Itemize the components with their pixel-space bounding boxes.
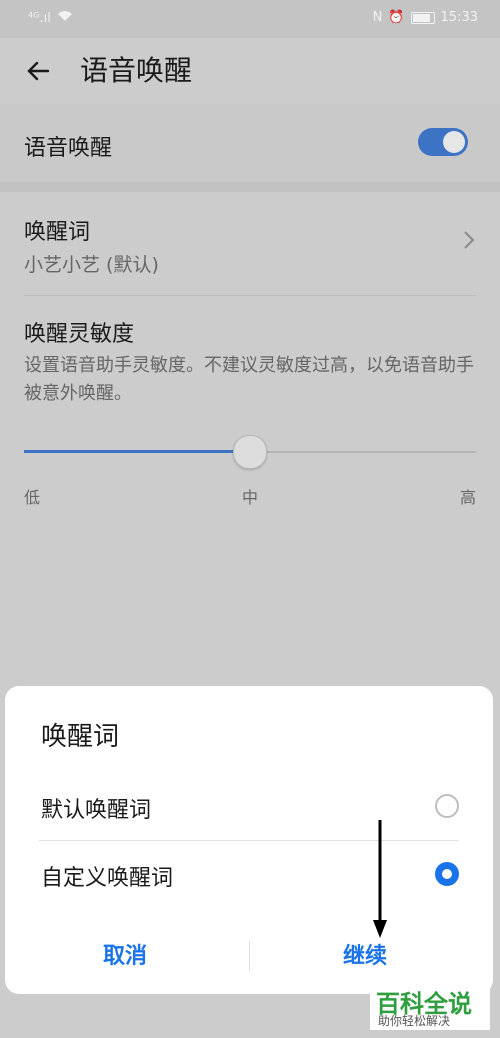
button-separator — [249, 940, 250, 972]
slider-label-mid: 中 — [242, 488, 259, 507]
app-bar: 语音唤醒 — [0, 38, 500, 104]
sensitivity-title: 唤醒灵敏度 — [24, 322, 135, 347]
voice-wake-row[interactable]: 语音唤醒 — [0, 104, 500, 182]
back-arrow-icon[interactable] — [22, 54, 56, 88]
alarm-icon: ⏰ — [388, 10, 405, 25]
option-label: 默认唤醒词 — [41, 798, 152, 823]
status-left: ⁴ᴳ.ıl — [28, 10, 73, 26]
wake-word-row[interactable]: 唤醒词 小艺小艺 (默认) — [0, 192, 500, 296]
voice-wake-label: 语音唤醒 — [24, 136, 113, 161]
toggle-knob — [443, 131, 465, 153]
row-divider — [24, 295, 476, 296]
watermark-logo: 百科全说 助你轻松解决 — [370, 982, 490, 1030]
cancel-button[interactable]: 取消 — [103, 938, 147, 970]
section-separator — [0, 182, 500, 192]
radio-unselected-icon[interactable] — [435, 794, 459, 818]
wifi-icon — [57, 10, 73, 26]
option-custom-wake-word[interactable]: 自定义唤醒词 — [5, 844, 493, 908]
settings-section: 唤醒词 小艺小艺 (默认) 唤醒灵敏度 设置语音助手灵敏度。不建议灵敏度过高，以… — [0, 192, 500, 712]
wake-word-title: 唤醒词 — [24, 220, 91, 245]
slider-label-high: 高 — [460, 488, 477, 507]
sensitivity-slider-handle[interactable] — [233, 435, 267, 469]
sensitivity-description: 设置语音助手灵敏度。不建议灵敏度过高，以免语音助手被意外唤醒。 — [24, 355, 474, 404]
nfc-icon: N — [372, 10, 383, 25]
signal-icon: ⁴ᴳ.ıl — [28, 10, 51, 26]
option-label: 自定义唤醒词 — [41, 866, 174, 891]
page-title: 语音唤醒 — [80, 54, 193, 87]
wake-word-dialog: 唤醒词 默认唤醒词 自定义唤醒词 取消 继续 — [5, 686, 493, 994]
watermark-sub: 助你轻松解决 — [378, 1014, 451, 1028]
voice-wake-toggle[interactable] — [418, 128, 468, 156]
sensitivity-slider-fill — [24, 450, 234, 453]
option-default-wake-word[interactable]: 默认唤醒词 — [5, 776, 493, 840]
annotation-arrow-icon — [373, 820, 387, 940]
battery-icon — [410, 11, 435, 24]
status-time: 15:33 — [440, 10, 478, 25]
slider-label-low: 低 — [24, 488, 41, 507]
wake-word-value: 小艺小艺 (默认) — [24, 254, 159, 276]
status-bar: ⁴ᴳ.ıl N ⏰ 15:33 — [0, 0, 500, 38]
radio-selected-icon[interactable] — [435, 862, 459, 886]
status-right: N ⏰ 15:33 — [373, 10, 478, 25]
continue-button[interactable]: 继续 — [343, 938, 387, 970]
chevron-right-icon — [462, 228, 476, 258]
dialog-title: 唤醒词 — [41, 722, 120, 752]
option-divider — [39, 840, 459, 841]
